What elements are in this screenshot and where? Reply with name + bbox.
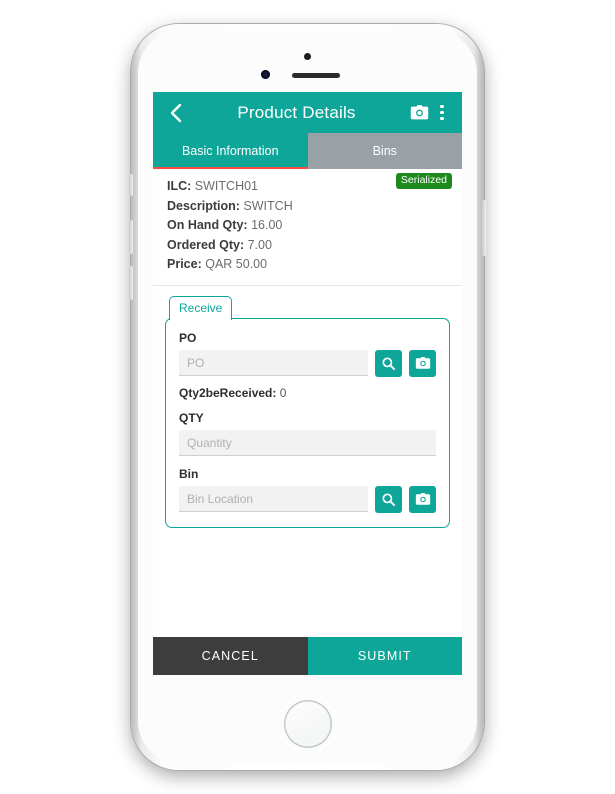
- search-icon: [382, 357, 396, 371]
- camera-icon: [410, 104, 428, 119]
- bin-search-button[interactable]: [375, 486, 402, 513]
- info-key-price: Price: [167, 257, 198, 271]
- phone-device-frame: Product Details Basic Information Bins S…: [129, 24, 486, 770]
- qty-to-be-received-value: 0: [279, 386, 287, 400]
- bin-label: Bin: [179, 467, 199, 481]
- overflow-menu-button[interactable]: [432, 101, 452, 125]
- info-key-ordered-qty: Ordered Qty: [167, 237, 240, 252]
- po-search-button[interactable]: [375, 350, 402, 377]
- mute-switch[interactable]: [129, 174, 133, 196]
- chevron-left-icon: [170, 103, 181, 122]
- info-key-ilc: ILC: [167, 179, 188, 193]
- front-camera-icon: [261, 70, 270, 79]
- camera-button[interactable]: [406, 101, 432, 125]
- app-screen: Product Details Basic Information Bins S…: [153, 92, 462, 675]
- cancel-button[interactable]: CANCEL: [153, 637, 308, 675]
- app-bar: Product Details: [153, 92, 462, 133]
- receive-form-card: PO PO Qty2beReceived: 0 QTY Quantity Bin…: [165, 318, 450, 528]
- back-button[interactable]: [163, 101, 187, 125]
- tab-bins[interactable]: Bins: [307, 133, 462, 169]
- tab-bar: Basic Information Bins: [153, 133, 462, 169]
- info-row-ordered-qty: Ordered Qty: 7.00: [167, 237, 272, 252]
- more-vertical-icon: [440, 104, 444, 121]
- camera-icon: [415, 493, 430, 505]
- po-label: PO: [179, 331, 197, 345]
- bin-input[interactable]: [179, 486, 368, 512]
- tab-bins-label: Bins: [372, 144, 397, 158]
- qty-input[interactable]: [179, 430, 436, 456]
- status-badge: Serialized: [395, 173, 452, 189]
- info-value-ilc: SWITCH01: [194, 179, 258, 193]
- po-field-group: PO: [179, 331, 436, 377]
- cancel-button-label: CANCEL: [201, 649, 259, 663]
- proximity-sensor-icon: [303, 53, 311, 60]
- volume-up-button[interactable]: [129, 220, 133, 254]
- submit-button[interactable]: SUBMIT: [307, 637, 462, 675]
- search-icon: [382, 493, 396, 507]
- tab-receive[interactable]: Receive: [169, 295, 233, 320]
- volume-down-button[interactable]: [129, 266, 133, 300]
- info-row-description: Description: SWITCH: [167, 198, 293, 213]
- page-title: Product Details: [237, 102, 356, 122]
- po-input[interactable]: [179, 350, 368, 376]
- qty-to-be-received-label: Qty2beReceived: [179, 386, 273, 400]
- info-row-price: Price: QAR 50.00: [167, 257, 268, 271]
- qty-to-be-received-row: Qty2beReceived: 0: [179, 386, 287, 400]
- info-value-on-hand-qty: 16.00: [251, 218, 283, 232]
- info-value-description: SWITCH: [243, 198, 293, 213]
- product-info-section: Serialized ILC: SWITCH01 Description: SW…: [153, 169, 462, 286]
- action-bar: CANCEL SUBMIT: [153, 637, 462, 675]
- info-key-description: Description: [167, 198, 236, 213]
- bin-camera-button[interactable]: [409, 486, 436, 513]
- info-value-price: QAR 50.00: [205, 257, 268, 271]
- earpiece-speaker: [292, 73, 340, 78]
- bin-field-group: Bin: [179, 467, 436, 513]
- info-key-on-hand-qty: On Hand Qty: [167, 218, 244, 232]
- power-button[interactable]: [482, 200, 486, 256]
- qty-label: QTY: [179, 411, 204, 425]
- submit-button-label: SUBMIT: [357, 649, 412, 663]
- qty-field-group: QTY: [179, 411, 436, 456]
- po-camera-button[interactable]: [409, 350, 436, 377]
- tab-basic-information[interactable]: Basic Information: [153, 133, 308, 169]
- info-value-ordered-qty: 7.00: [247, 237, 272, 252]
- tab-basic-information-label: Basic Information: [181, 144, 279, 158]
- camera-icon: [415, 357, 430, 369]
- info-row-on-hand-qty: On Hand Qty: 16.00: [167, 218, 283, 232]
- home-button[interactable]: [283, 700, 332, 748]
- receive-section: Receive PO PO Qty2beReceived: 0 QTY Quan…: [153, 286, 462, 638]
